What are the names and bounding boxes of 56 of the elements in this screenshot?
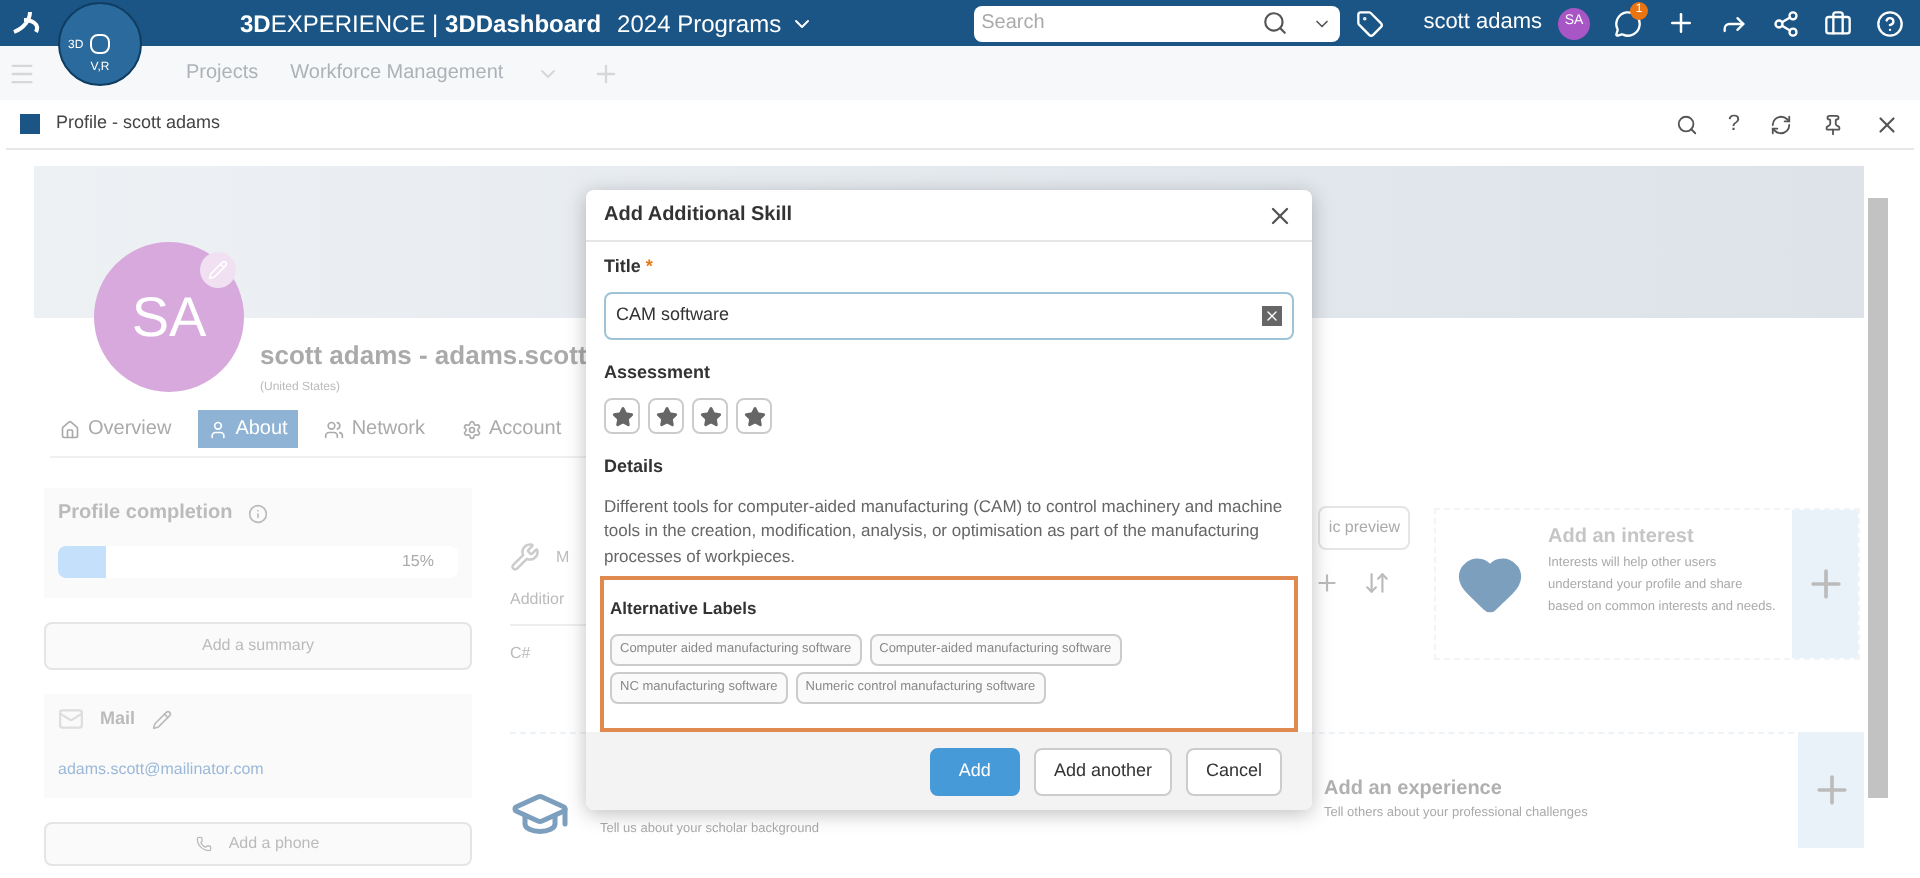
field-label: Assessment <box>604 359 713 386</box>
chat-icon[interactable] <box>1614 9 1642 37</box>
dashboard-menu[interactable]: 2024 Programs <box>617 5 814 41</box>
title-input[interactable]: CAM software <box>616 302 1262 330</box>
logo-icon <box>12 8 44 36</box>
profile-name: scott adams - adams.scott <box>260 337 587 373</box>
gear-icon <box>461 419 482 439</box>
dialog-button[interactable]: Add <box>929 747 1020 796</box>
add-summary-button[interactable]: Add a summary <box>44 622 472 670</box>
completion-title: Profile completion <box>58 500 233 528</box>
network-icon[interactable] <box>1772 9 1800 37</box>
user-name[interactable]: scott adams <box>1423 6 1542 40</box>
public-preview-button[interactable]: ic preview <box>1318 506 1410 550</box>
search-icon[interactable] <box>1675 113 1698 135</box>
clear-icon[interactable] <box>1262 305 1282 326</box>
details-text: Different tools for computer-aided manufacturing (CAM) to control machinery and machine tools in the creation, modification, analysis, or optimisation as part of the manufacturing processes of workpieces. <box>604 493 1285 569</box>
close-icon[interactable] <box>1874 111 1900 137</box>
mail-icon <box>58 706 84 733</box>
skills-title: M <box>556 545 570 569</box>
interest-title: Add an interest <box>1548 524 1696 552</box>
tools-icon <box>510 542 540 572</box>
phone-icon <box>196 836 213 852</box>
search-field[interactable]: Search <box>973 5 1340 41</box>
title-field[interactable]: CAM software <box>604 291 1294 340</box>
profile-tab[interactable]: About <box>197 410 298 448</box>
refresh-icon[interactable] <box>1770 113 1792 135</box>
dashboard-tab[interactable]: Projects <box>186 58 259 88</box>
dialog-button[interactable]: Add another <box>1033 747 1172 796</box>
mail-title: Mail <box>100 706 136 732</box>
home-icon <box>60 419 80 439</box>
search-input[interactable]: Search <box>981 8 1262 38</box>
pin-icon[interactable] <box>1822 113 1844 135</box>
scrollbar[interactable] <box>1868 198 1888 798</box>
profile-tab[interactable]: Account <box>451 410 572 448</box>
field-label: Details <box>604 454 666 481</box>
profile-tab[interactable]: Overview <box>50 410 182 448</box>
field-label: Title * <box>604 254 655 281</box>
users-icon <box>323 419 344 439</box>
widget-icon <box>20 114 40 134</box>
profile-tab[interactable]: Network <box>313 410 436 448</box>
dashboard-tab[interactable]: Workforce Management <box>290 58 504 88</box>
experience-title: Add an experience <box>1324 776 1504 805</box>
tag-icon[interactable] <box>1355 9 1384 37</box>
user-icon <box>207 419 228 439</box>
widget-title: Profile - scott adams <box>56 110 221 137</box>
table-cell: C# <box>510 642 531 666</box>
app-title: 3DEXPERIENCE | 3DDashboard <box>240 7 602 41</box>
help-button[interactable]: ? <box>1727 107 1740 141</box>
search-icon[interactable] <box>1261 10 1288 36</box>
help-icon[interactable] <box>1876 9 1904 37</box>
add-icon[interactable] <box>1666 8 1696 38</box>
progress-reading: 15% <box>399 550 436 574</box>
add-phone-button[interactable]: Add a phone <box>44 822 472 866</box>
dialog-button[interactable]: Cancel <box>1185 747 1282 796</box>
dialog-title: Add Additional Skill <box>604 202 793 231</box>
email-link[interactable]: adams.scott@mailinator.com <box>58 757 458 781</box>
